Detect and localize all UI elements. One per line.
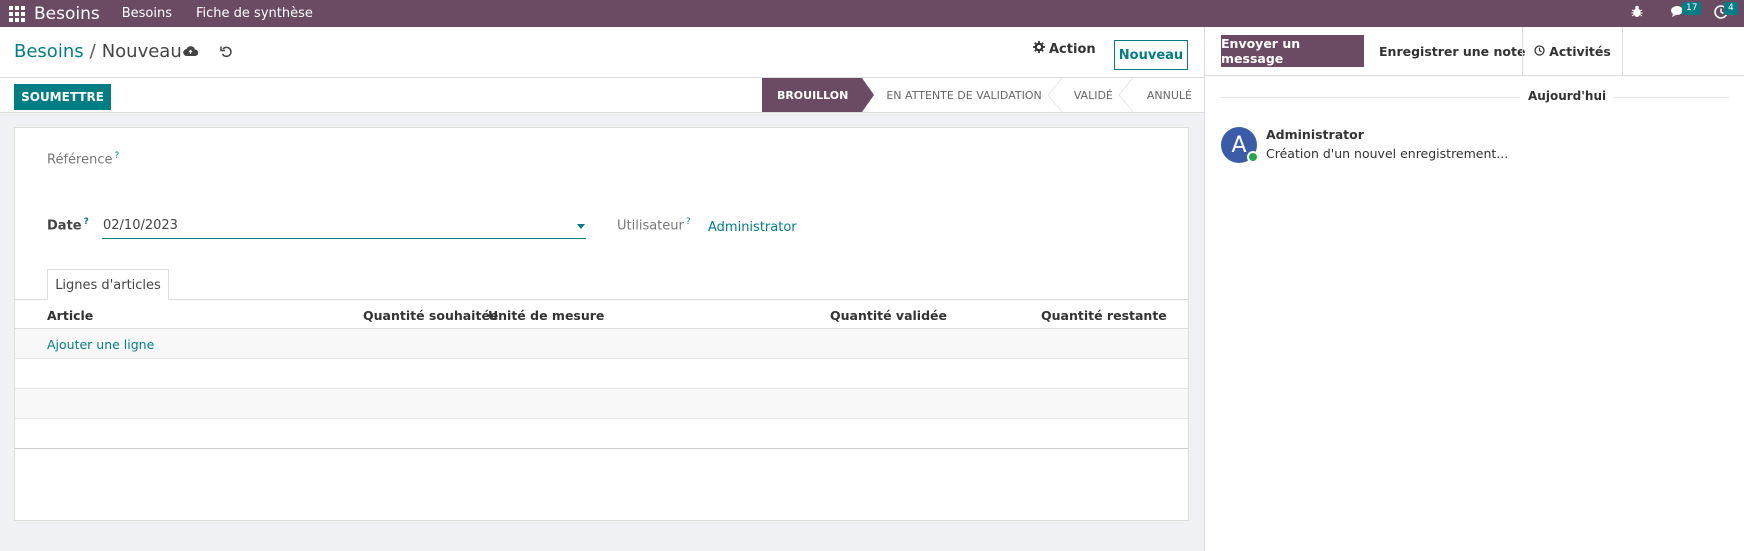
- message-author[interactable]: Administrator: [1266, 127, 1364, 142]
- date-field[interactable]: 02/10/2023: [102, 218, 586, 239]
- clock-icon[interactable]: 4: [1712, 1, 1738, 23]
- gear-icon: [1033, 41, 1045, 57]
- submit-button[interactable]: SOUMETTRE: [14, 84, 111, 110]
- col-quantite-validee[interactable]: Quantité validée: [830, 308, 947, 323]
- apps-menu-icon[interactable]: [0, 0, 34, 27]
- date-label-text: Date: [47, 218, 82, 234]
- chat-icon[interactable]: 17: [1670, 1, 1702, 23]
- col-quantite-restante[interactable]: Quantité restante: [1041, 308, 1167, 323]
- app-brand[interactable]: Besoins: [34, 4, 100, 24]
- col-unite-mesure[interactable]: Unité de mesure: [488, 308, 604, 323]
- stage-annule[interactable]: ANNULÉ: [1127, 78, 1204, 112]
- user-label-text: Utilisateur: [617, 218, 684, 234]
- tab-lignes-articles[interactable]: Lignes d'articles: [47, 269, 169, 300]
- chat-count-badge: 17: [1682, 1, 1702, 15]
- new-record-button[interactable]: Nouveau: [1114, 40, 1188, 70]
- table-header: Article Quantité souhaitée Unité de mesu…: [15, 300, 1188, 329]
- table-row: [15, 419, 1188, 449]
- table-row: [15, 389, 1188, 419]
- action-label: Action: [1049, 41, 1096, 57]
- clock-icon: [1534, 44, 1545, 59]
- chatter-topbar: Envoyer un message Enregistrer une note …: [1205, 27, 1744, 76]
- col-quantite-souhaitee[interactable]: Quantité souhaitée: [363, 308, 498, 323]
- main-area: Besoins / Nouveau Action Nouveau SOUMETT…: [0, 27, 1204, 551]
- day-separator: [1205, 97, 1744, 98]
- col-article[interactable]: Article: [47, 308, 93, 323]
- breadcrumb-separator: /: [89, 41, 96, 62]
- nav-item-besoins[interactable]: Besoins: [122, 6, 172, 21]
- user-value-link[interactable]: Administrator: [708, 220, 797, 235]
- activities-button[interactable]: Activités: [1522, 27, 1623, 76]
- status-bar: SOUMETTRE BROUILLON EN ATTENTE DE VALIDA…: [0, 78, 1204, 113]
- top-navbar: Besoins Besoins Fiche de synthèse 17 4: [0, 0, 1744, 27]
- send-message-button[interactable]: Envoyer un message: [1221, 35, 1364, 67]
- table-row: [15, 359, 1188, 389]
- add-line-link[interactable]: Ajouter une ligne: [47, 337, 154, 352]
- table-row: Ajouter une ligne: [15, 329, 1188, 359]
- stage-valide[interactable]: VALIDÉ: [1056, 78, 1134, 112]
- stage-pipeline: BROUILLON EN ATTENTE DE VALIDATION VALID…: [761, 78, 1204, 112]
- breadcrumb-current: Nouveau: [101, 41, 182, 62]
- presence-status-dot: [1247, 151, 1259, 163]
- stage-brouillon[interactable]: BROUILLON: [761, 78, 875, 112]
- activity-count-badge: 4: [1724, 1, 1738, 15]
- help-icon[interactable]: ?: [114, 151, 119, 161]
- help-icon[interactable]: ?: [686, 217, 691, 227]
- activities-label: Activités: [1549, 44, 1611, 59]
- control-panel: Besoins / Nouveau Action Nouveau: [0, 27, 1204, 78]
- log-note-button[interactable]: Enregistrer une note: [1379, 35, 1525, 67]
- stage-en-attente[interactable]: EN ATTENTE DE VALIDATION: [862, 78, 1063, 112]
- breadcrumb-parent[interactable]: Besoins: [14, 41, 84, 62]
- reference-label-text: Référence: [47, 152, 113, 168]
- date-value: 02/10/2023: [103, 218, 178, 233]
- save-cloud-icon[interactable]: [183, 45, 199, 61]
- article-lines-table: Article Quantité souhaitée Unité de mesu…: [15, 300, 1188, 449]
- discard-undo-icon[interactable]: [220, 45, 233, 62]
- day-label: Aujourd'hui: [1520, 89, 1615, 103]
- bug-icon[interactable]: [1628, 5, 1646, 22]
- chatter-panel: Envoyer un message Enregistrer une note …: [1204, 27, 1744, 551]
- action-menu-button[interactable]: Action: [1033, 41, 1096, 57]
- help-icon[interactable]: ?: [84, 217, 89, 227]
- reference-label: Référence?: [47, 151, 119, 167]
- date-label: Date?: [47, 217, 89, 233]
- caret-down-icon[interactable]: [577, 224, 585, 229]
- user-label: Utilisateur?: [617, 217, 691, 233]
- form-sheet: Référence? Date? 02/10/2023 Utilisateur?…: [14, 127, 1189, 521]
- nav-item-fiche-synthese[interactable]: Fiche de synthèse: [196, 6, 313, 21]
- breadcrumb: Besoins / Nouveau: [14, 41, 182, 62]
- message-body: Création d'un nouvel enregistrement...: [1266, 146, 1509, 161]
